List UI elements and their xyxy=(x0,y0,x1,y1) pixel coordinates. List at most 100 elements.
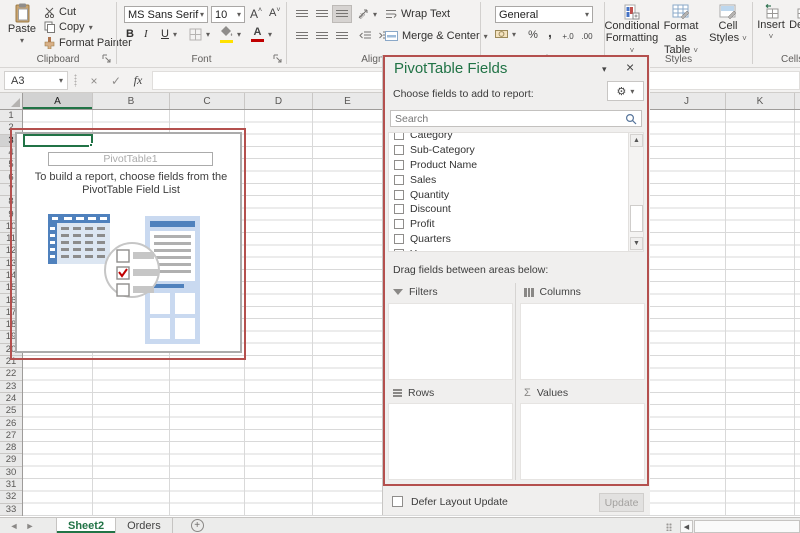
rows-drop-zone[interactable] xyxy=(388,403,513,480)
font-dialog-launcher-icon[interactable] xyxy=(273,54,283,64)
field-item-quantity[interactable]: Quantity xyxy=(389,187,643,202)
field-checkbox[interactable] xyxy=(394,190,404,200)
bold-button[interactable]: B xyxy=(126,28,134,40)
row-header-1[interactable]: 1 xyxy=(0,110,22,122)
field-checkbox[interactable] xyxy=(394,219,404,229)
row-header-32[interactable]: 32 xyxy=(0,491,22,503)
percent-style-button[interactable]: % xyxy=(525,27,541,43)
sheet-tab-sheet2[interactable]: Sheet2 xyxy=(56,518,116,533)
wrap-text-button[interactable]: Wrap Text xyxy=(385,8,450,20)
increase-decimal-button[interactable]: +.0 xyxy=(560,28,576,44)
field-checkbox[interactable] xyxy=(394,145,404,155)
pane-close-icon[interactable]: × xyxy=(626,59,634,75)
delete-cells-button[interactable]: Delete ˅ xyxy=(789,4,800,43)
borders-button[interactable]: ▾ xyxy=(189,28,210,41)
column-header-k[interactable]: K xyxy=(726,93,795,109)
field-item-sales[interactable]: Sales xyxy=(389,172,643,187)
row-header-22[interactable]: 22 xyxy=(0,368,22,380)
tab-scroll-grip[interactable] xyxy=(666,523,672,531)
fill-color-button[interactable]: ▾ xyxy=(220,26,241,43)
row-header-31[interactable]: 31 xyxy=(0,479,22,491)
name-box[interactable]: A3 ▾ xyxy=(4,71,68,90)
paste-button[interactable]: Paste ▾ xyxy=(6,3,38,47)
name-box-caret-icon[interactable]: ▾ xyxy=(59,76,63,85)
insert-function-button[interactable]: fx xyxy=(128,71,148,90)
field-item-product-name[interactable]: Product Name xyxy=(389,158,643,173)
row-header-33[interactable]: 33 xyxy=(0,504,22,516)
clipboard-dialog-launcher-icon[interactable] xyxy=(102,54,112,64)
row-header-29[interactable]: 29 xyxy=(0,454,22,466)
column-header-b[interactable]: B xyxy=(93,93,170,109)
row-header-30[interactable]: 30 xyxy=(0,467,22,479)
column-header-j[interactable]: J xyxy=(648,93,726,109)
pane-options-caret-icon[interactable]: ▾ xyxy=(602,64,607,75)
insert-cells-button[interactable]: Insert ˅ xyxy=(755,4,787,43)
font-name-combo[interactable]: MS Sans Serif▾ xyxy=(124,6,208,23)
field-item-category[interactable]: Category xyxy=(389,132,643,143)
copy-button[interactable]: Copy ▾ xyxy=(44,21,93,33)
align-left-button[interactable] xyxy=(292,27,312,45)
field-item-profit[interactable]: Profit xyxy=(389,217,643,232)
prev-sheet-icon[interactable]: ◄ xyxy=(6,518,22,533)
field-checkbox[interactable] xyxy=(394,175,404,185)
column-header-d[interactable]: D xyxy=(245,93,313,109)
copy-caret-icon[interactable]: ▾ xyxy=(89,23,93,32)
cut-button[interactable]: Cut xyxy=(44,6,76,18)
font-color-button[interactable]: A ▾ xyxy=(251,26,272,42)
align-right-button[interactable] xyxy=(332,27,352,45)
field-item-years[interactable]: Years xyxy=(389,246,643,252)
row-header-27[interactable]: 27 xyxy=(0,430,22,442)
row-header-23[interactable]: 23 xyxy=(0,381,22,393)
cancel-button[interactable]: × xyxy=(84,71,104,90)
row-header-25[interactable]: 25 xyxy=(0,405,22,417)
row-header-26[interactable]: 26 xyxy=(0,417,22,429)
field-item-sub-category[interactable]: Sub-Category xyxy=(389,143,643,158)
tools-button[interactable]: ⚙ ▾ xyxy=(607,81,644,101)
paste-caret-icon[interactable]: ▾ xyxy=(20,35,24,47)
field-checkbox[interactable] xyxy=(394,160,404,170)
search-input[interactable]: Search xyxy=(390,110,642,127)
align-center-button[interactable] xyxy=(312,27,332,45)
accounting-format-button[interactable]: ▾ xyxy=(495,28,516,40)
italic-button[interactable]: I xyxy=(144,28,148,40)
row-header-28[interactable]: 28 xyxy=(0,442,22,454)
values-drop-zone[interactable] xyxy=(520,403,645,480)
field-checkbox[interactable] xyxy=(394,234,404,244)
fill-handle[interactable] xyxy=(89,143,93,147)
select-all-corner[interactable] xyxy=(0,93,23,110)
update-button[interactable]: Update xyxy=(599,493,644,512)
conditional-formatting-button[interactable]: Conditional Formatting ˅ xyxy=(608,4,656,57)
next-sheet-icon[interactable]: ► xyxy=(22,518,38,533)
bottom-align-button[interactable] xyxy=(332,5,352,23)
field-checkbox[interactable] xyxy=(394,204,404,214)
scroll-down-icon[interactable]: ▼ xyxy=(630,237,643,250)
column-header-a[interactable]: A xyxy=(23,93,93,109)
columns-drop-zone[interactable] xyxy=(520,303,645,380)
font-size-combo[interactable]: 10▾ xyxy=(211,6,245,23)
decrease-font-size-button[interactable]: A˅ xyxy=(269,7,280,19)
scroll-up-icon[interactable]: ▲ xyxy=(630,134,643,147)
horizontal-scrollbar[interactable] xyxy=(694,520,800,533)
field-checkbox[interactable] xyxy=(394,249,404,252)
format-as-table-button[interactable]: Format as Table ˅ xyxy=(658,4,704,57)
top-align-button[interactable] xyxy=(292,5,312,23)
formula-bar-grip[interactable] xyxy=(74,74,77,87)
comma-style-button[interactable]: , xyxy=(542,24,558,40)
sheet-tab-orders[interactable]: Orders xyxy=(116,518,173,533)
increase-font-size-button[interactable]: A˄ xyxy=(250,7,262,21)
column-header-c[interactable]: C xyxy=(170,93,245,109)
decrease-indent-button[interactable] xyxy=(355,27,375,45)
new-sheet-icon[interactable]: + xyxy=(191,519,204,532)
number-format-combo[interactable]: General▾ xyxy=(495,6,593,23)
field-checkbox[interactable] xyxy=(394,132,404,140)
row-header-24[interactable]: 24 xyxy=(0,393,22,405)
filters-drop-zone[interactable] xyxy=(388,303,513,380)
column-header-e[interactable]: E xyxy=(313,93,383,109)
field-item-discount[interactable]: Discount xyxy=(389,202,643,217)
cell-styles-button[interactable]: Cell Styles ˅ xyxy=(706,4,750,45)
enter-button[interactable]: ✓ xyxy=(106,71,126,90)
selected-cell-a3[interactable] xyxy=(23,134,93,147)
merge-center-button[interactable]: Merge & Center ▾ xyxy=(385,30,488,42)
row-header-21[interactable]: 21 xyxy=(0,356,22,368)
decrease-decimal-button[interactable]: .00 xyxy=(579,28,595,44)
